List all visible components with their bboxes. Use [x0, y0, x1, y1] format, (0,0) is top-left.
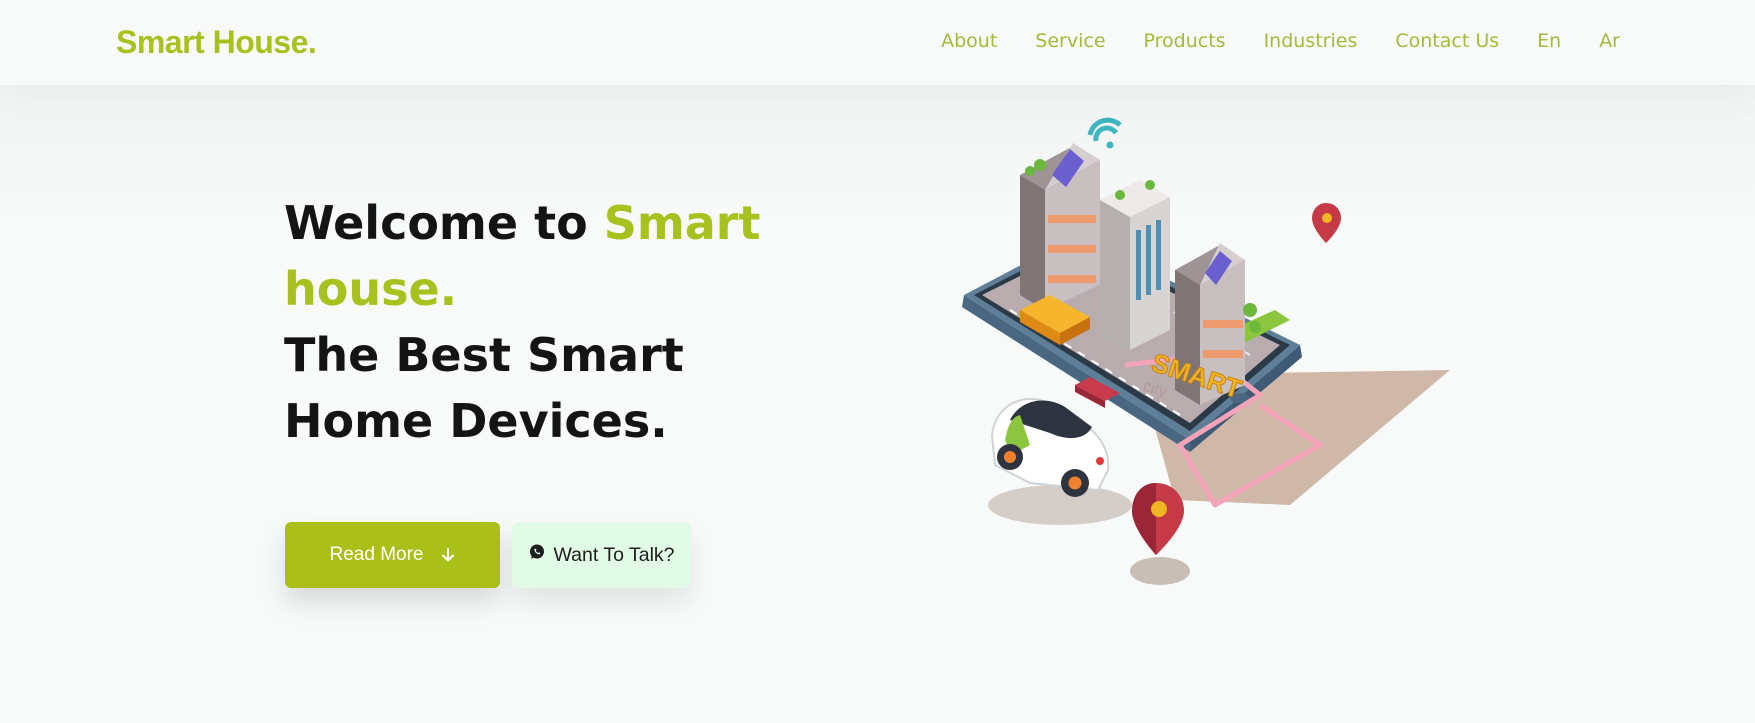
hero-headline: Welcome to Smart house. The Best Smart H… — [284, 190, 844, 454]
hero-headline-prefix: Welcome to — [284, 196, 604, 250]
nav-link-contact-us[interactable]: Contact Us — [1395, 30, 1499, 52]
nav-link-industries[interactable]: Industries — [1264, 30, 1358, 52]
arrow-down-icon — [441, 548, 454, 562]
smart-city-illustration: SMART city — [962, 117, 1450, 585]
nav-link-service[interactable]: Service — [1035, 30, 1105, 52]
want-to-talk-label: Want To Talk? — [553, 543, 675, 566]
nav-links: About Service Products Industries Contac… — [941, 30, 1620, 52]
read-more-label: Read More — [329, 544, 424, 565]
hero-subheadline: The Best Smart Home Devices. — [284, 328, 684, 448]
map-pin-large-icon — [1130, 483, 1190, 585]
navbar: Smart House. About Service Products Indu… — [0, 0, 1755, 85]
read-more-button[interactable]: Read More — [285, 522, 500, 588]
map-pin-small-icon — [1312, 203, 1341, 243]
smart-car — [988, 398, 1132, 525]
wifi-icon — [1087, 117, 1122, 149]
building-middle — [1100, 180, 1170, 350]
nav-link-lang-en[interactable]: En — [1537, 30, 1561, 52]
nav-link-products[interactable]: Products — [1144, 30, 1226, 52]
building-left — [1020, 143, 1100, 310]
whatsapp-icon — [530, 544, 545, 559]
nav-link-lang-ar[interactable]: Ar — [1599, 30, 1620, 52]
nav-link-about[interactable]: About — [941, 30, 997, 52]
hero-background — [0, 85, 1755, 225]
logo[interactable]: Smart House. — [116, 24, 317, 61]
want-to-talk-button[interactable]: Want To Talk? — [512, 522, 691, 588]
